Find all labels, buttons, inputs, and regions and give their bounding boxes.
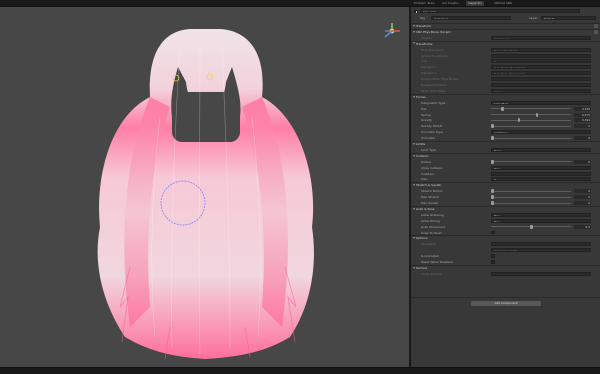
object-active-toggle[interactable] (414, 9, 418, 14)
slider-value[interactable]: 0 (574, 159, 591, 164)
slider-handle[interactable] (491, 159, 494, 164)
foldout-arrow-icon[interactable] (413, 207, 415, 210)
slider-value[interactable]: 0.344 (574, 118, 591, 123)
property-field[interactable]: Ignore (491, 88, 591, 93)
slider-handle[interactable] (491, 124, 494, 129)
property-field[interactable] (491, 77, 591, 82)
property-field[interactable] (491, 271, 591, 276)
foldout-arrow-icon[interactable] (413, 24, 415, 27)
property-field[interactable]: Hair_Front (Transform) (491, 65, 591, 70)
status-bar (0, 367, 600, 374)
component-menu-icon[interactable] (594, 24, 598, 28)
slider-value[interactable]: 0.130 (574, 106, 591, 111)
property-field[interactable]: 0 (491, 177, 591, 182)
property-slider[interactable] (491, 202, 571, 204)
property-field[interactable] (491, 83, 591, 87)
property-field[interactable]: 2 (491, 59, 591, 64)
property-field[interactable]: None (491, 147, 591, 152)
property-field[interactable]: Hair_Back (Transform) (491, 71, 591, 76)
top-toolbar: Problem Tools Ani Creator Inspector VRCh… (0, 0, 600, 7)
add-component-button[interactable]: Add Component (471, 301, 541, 306)
object-name-field[interactable]: hair_pink (420, 9, 580, 14)
slider-value[interactable]: 0.5 (574, 224, 591, 229)
property-field[interactable]: All Motion (491, 130, 591, 135)
property-checkbox[interactable] (491, 230, 495, 235)
slider-value[interactable]: 0 (574, 136, 591, 141)
orientation-gizmo-icon[interactable] (382, 21, 402, 41)
component-menu-icon[interactable] (594, 29, 598, 34)
foldout-arrow-icon[interactable] (413, 237, 415, 240)
slider-handle[interactable] (491, 201, 494, 205)
foldout-arrow-icon[interactable] (413, 142, 415, 145)
slider-value[interactable]: 0 (574, 201, 591, 205)
tab-problem-tools[interactable]: Problem Tools (412, 1, 437, 6)
property-field[interactable]: True (491, 165, 591, 170)
foldout-arrow-icon[interactable] (413, 154, 415, 157)
property-field[interactable] (491, 171, 591, 176)
property-field[interactable]: Simplified (491, 100, 591, 105)
property-field[interactable]: Version 1.1 (491, 35, 591, 40)
slider-value[interactable]: 0.575 (574, 112, 591, 117)
property-field[interactable]: True (491, 212, 591, 217)
property-checkbox[interactable] (491, 254, 495, 258)
object-header: hair_pink (411, 8, 600, 15)
property-field[interactable]: True (491, 218, 591, 223)
slider-value[interactable]: 0 (574, 124, 591, 129)
inspector-panel: hair_pink Tag Untagged Layer Default Tra… (410, 7, 600, 367)
slider-value[interactable]: 0 (574, 189, 591, 194)
property-checkbox[interactable] (491, 260, 495, 264)
foldout-arrow-icon[interactable] (413, 42, 415, 45)
slider-handle[interactable] (491, 189, 494, 194)
property-field[interactable] (491, 53, 591, 58)
tab-ani-creator[interactable]: Ani Creator (440, 1, 461, 6)
slider-value[interactable]: 0 (574, 195, 591, 200)
property-row: Show Gizmos (411, 271, 600, 277)
slider-handle[interactable] (501, 106, 504, 111)
layer-dropdown[interactable]: Default (541, 16, 596, 20)
foldout-arrow-icon[interactable] (413, 95, 415, 98)
property-slider[interactable] (491, 114, 571, 116)
foldout-arrow-icon[interactable] (413, 184, 415, 187)
foldout-arrow-icon[interactable] (413, 30, 415, 33)
tab-inspector[interactable]: Inspector (466, 1, 484, 6)
property-slider[interactable] (491, 119, 571, 121)
tab-vrchat-sdk[interactable]: VRChat SDK (492, 1, 514, 6)
foldout-arrow-icon[interactable] (413, 266, 415, 269)
property-slider[interactable] (491, 137, 571, 139)
hair-model (97, 29, 314, 360)
scene-view[interactable] (0, 7, 409, 367)
slider-handle[interactable] (491, 136, 494, 141)
property-slider[interactable] (491, 161, 571, 163)
slider-handle[interactable] (530, 224, 533, 229)
tag-layer-row: Tag Untagged Layer Default (411, 15, 600, 21)
property-slider[interactable] (491, 196, 571, 198)
property-label: Show Gizmos (421, 271, 442, 276)
property-field[interactable]: None (Transform) (491, 47, 591, 52)
property-field[interactable]: Parameter prefix ... (491, 248, 591, 253)
property-slider[interactable] (491, 125, 571, 127)
tag-dropdown[interactable]: Untagged (431, 16, 511, 20)
property-field[interactable] (491, 242, 591, 247)
property-slider[interactable] (491, 190, 571, 192)
slider-handle[interactable] (491, 195, 494, 200)
